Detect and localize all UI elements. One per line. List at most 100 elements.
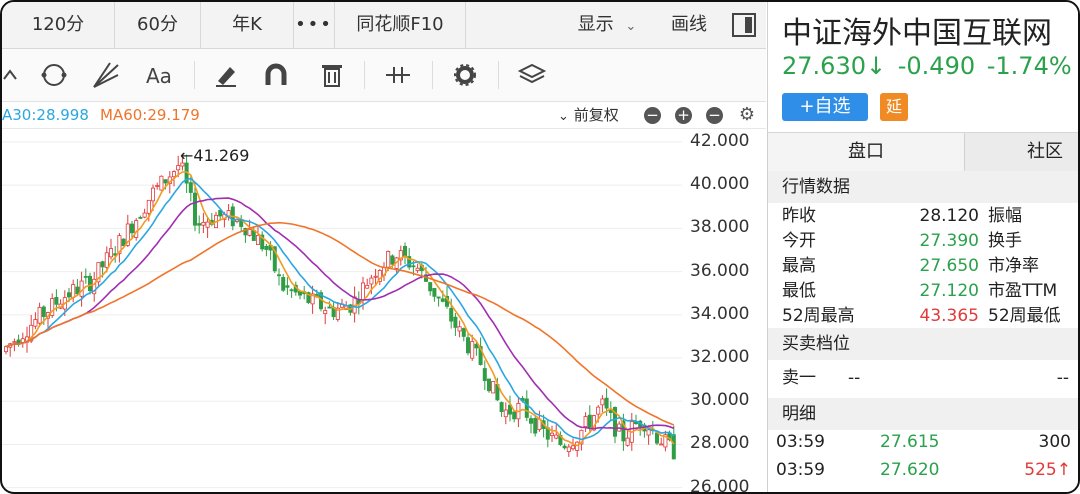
minimize-icon[interactable]: −	[706, 107, 723, 124]
svg-text:Aa: Aa	[146, 64, 172, 88]
ask1-price: --	[848, 368, 861, 388]
y-tick-label: 40.000	[690, 174, 750, 195]
candlestick-chart[interactable]: ←41.269 42.000 40.000 38.000 36.000 34.000 32…	[2, 129, 766, 492]
fan-icon[interactable]	[90, 59, 122, 91]
section-market-data: 行情数据	[768, 171, 1078, 203]
trash-icon[interactable]	[316, 59, 348, 91]
y-tick-label: 28.000	[690, 433, 750, 454]
row-right-label: 换手	[988, 231, 1022, 251]
row-label: 最高	[782, 256, 816, 276]
row-value: 27.390	[919, 231, 979, 251]
chart-canvas: ←41.269	[2, 141, 682, 489]
quote-panel: 中证海外中国互联网 27.630↓ -0.490 -1.74% +自选 延 盘口…	[767, 2, 1078, 492]
tab-60min[interactable]: 60分	[115, 2, 201, 48]
row-value: 27.120	[919, 281, 979, 301]
chevron-down-icon: ⌄	[625, 19, 637, 34]
tick-time: 03:59	[776, 432, 825, 452]
chevron-down-icon: ⌄	[558, 109, 569, 124]
row-label: 今开	[782, 231, 816, 251]
adjust-select[interactable]: ⌄ 前复权	[558, 102, 619, 130]
candle	[285, 277, 290, 295]
layers-icon[interactable]	[516, 59, 548, 91]
tab-f10[interactable]: 同花顺F10	[335, 2, 466, 48]
candle	[142, 208, 147, 219]
eraser-icon[interactable]	[210, 59, 242, 91]
tick-row: 03:59 27.615 300	[768, 428, 1078, 456]
ma30-label: A30:28.998	[2, 106, 89, 124]
tab-orderbook[interactable]: 盘口	[768, 133, 965, 171]
quote-tabs: 盘口 社区	[768, 132, 1078, 172]
draw-line-button[interactable]: 画线	[654, 2, 724, 48]
row-label: 52周最高	[782, 306, 855, 326]
candle	[398, 245, 403, 266]
display-label: 显示	[577, 14, 614, 35]
tick-price: 27.615	[880, 432, 940, 452]
ma20-line	[5, 197, 675, 431]
price-change: -0.490	[897, 52, 976, 80]
candle	[499, 401, 504, 417]
candle	[617, 421, 622, 432]
candle	[83, 268, 88, 284]
candle	[20, 332, 25, 348]
toolbar-divider	[498, 61, 499, 89]
zoom-in-icon[interactable]: +	[675, 107, 692, 124]
tick-price: 27.620	[880, 460, 940, 480]
tab-community[interactable]: 社区	[965, 133, 1078, 171]
candle	[634, 414, 639, 425]
candle	[533, 415, 538, 437]
max-price-label: ←41.269	[180, 146, 249, 165]
candle	[428, 282, 433, 296]
candle	[159, 175, 164, 191]
panel-toggle-icon[interactable]	[732, 13, 756, 37]
candle	[201, 212, 206, 234]
market-data-row: 最低 27.120 市盈TTM	[768, 279, 1078, 304]
candle	[550, 425, 555, 443]
toolbar-divider	[364, 61, 365, 89]
instrument-name: 中证海外中国互联网	[782, 16, 1052, 51]
add-watchlist-button[interactable]: +自选	[782, 93, 868, 121]
candle	[92, 271, 97, 302]
candle	[264, 243, 269, 257]
cycle-icon[interactable]	[38, 59, 70, 91]
down-arrow-icon: ↓	[865, 52, 887, 80]
gear-icon[interactable]: ⚙	[737, 105, 757, 125]
tick-row: 03:59 27.620 525↑	[768, 456, 1078, 484]
candle	[663, 430, 668, 452]
candle	[529, 415, 534, 434]
period-tabbar: 120分 60分 年K ••• 同花顺F10 显示 ⌄ 画线	[2, 2, 766, 49]
candle	[432, 288, 437, 302]
candle	[96, 262, 101, 286]
candle	[545, 419, 550, 448]
chart-panel: 120分 60分 年K ••• 同花顺F10 显示 ⌄ 画线 Aa A30:28…	[2, 2, 766, 492]
candle	[260, 231, 265, 252]
magnet-icon[interactable]	[260, 59, 292, 91]
ask1-volume: --	[1056, 368, 1069, 388]
row-value: 43.365	[919, 306, 979, 326]
line-tool-icon[interactable]	[2, 59, 34, 91]
row-right-label: 振幅	[988, 206, 1022, 226]
y-tick-label: 30.000	[690, 390, 750, 411]
tab-yearly[interactable]: 年K	[201, 2, 294, 48]
candle	[503, 402, 508, 425]
price-line: 27.630↓ -0.490 -1.74%	[782, 52, 1072, 80]
tab-120min[interactable]: 120分	[2, 2, 115, 48]
row-right-label: 市净率	[988, 256, 1039, 276]
candle	[575, 441, 580, 457]
measure-icon[interactable]	[382, 59, 414, 91]
candle	[37, 302, 42, 326]
candle	[482, 360, 487, 391]
section-ticks: 明细	[768, 398, 1078, 430]
candle	[323, 306, 328, 325]
candle	[75, 279, 80, 296]
display-menu[interactable]: 显示 ⌄	[562, 2, 652, 48]
candle	[461, 327, 466, 342]
row-label: 最低	[782, 281, 816, 301]
tab-more[interactable]: •••	[294, 2, 335, 48]
zoom-out-icon[interactable]: −	[644, 107, 661, 124]
candle	[281, 273, 286, 292]
candle	[88, 272, 93, 295]
candle	[608, 401, 613, 421]
settings-icon[interactable]	[449, 59, 481, 91]
text-tool-icon[interactable]: Aa	[144, 59, 184, 91]
adjust-label: 前复权	[573, 106, 619, 124]
